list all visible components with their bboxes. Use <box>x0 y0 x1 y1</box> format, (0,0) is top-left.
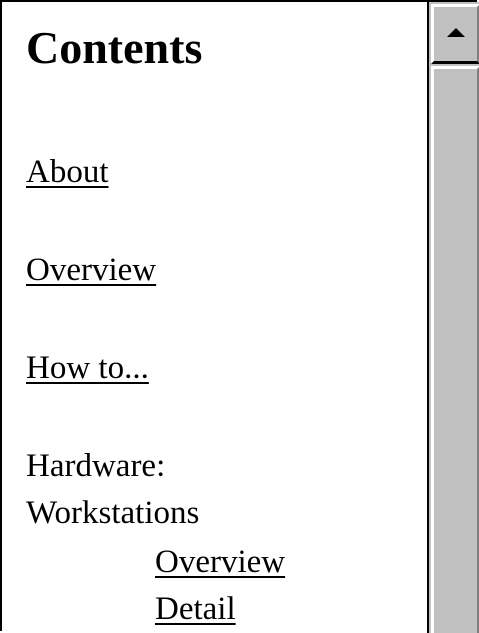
workstations-label: Workstations <box>26 495 200 531</box>
hardware-label: Hardware: <box>26 448 166 484</box>
scroll-thumb[interactable] <box>431 66 479 633</box>
how-to-link[interactable]: How to... <box>26 346 149 390</box>
triangle-up-icon <box>447 28 465 37</box>
workstations-detail-link[interactable]: Detail <box>155 587 236 631</box>
vertical-scrollbar[interactable] <box>427 2 479 633</box>
help-contents-frame: Contents About Overview How to... Hardwa… <box>0 0 479 633</box>
contents-pane: Contents About Overview How to... Hardwa… <box>26 2 424 633</box>
overview-link[interactable]: Overview <box>26 248 156 292</box>
page-title: Contents <box>26 22 203 73</box>
about-link[interactable]: About <box>26 150 109 194</box>
scroll-up-button[interactable] <box>431 4 479 64</box>
workstations-overview-link[interactable]: Overview <box>155 540 285 584</box>
